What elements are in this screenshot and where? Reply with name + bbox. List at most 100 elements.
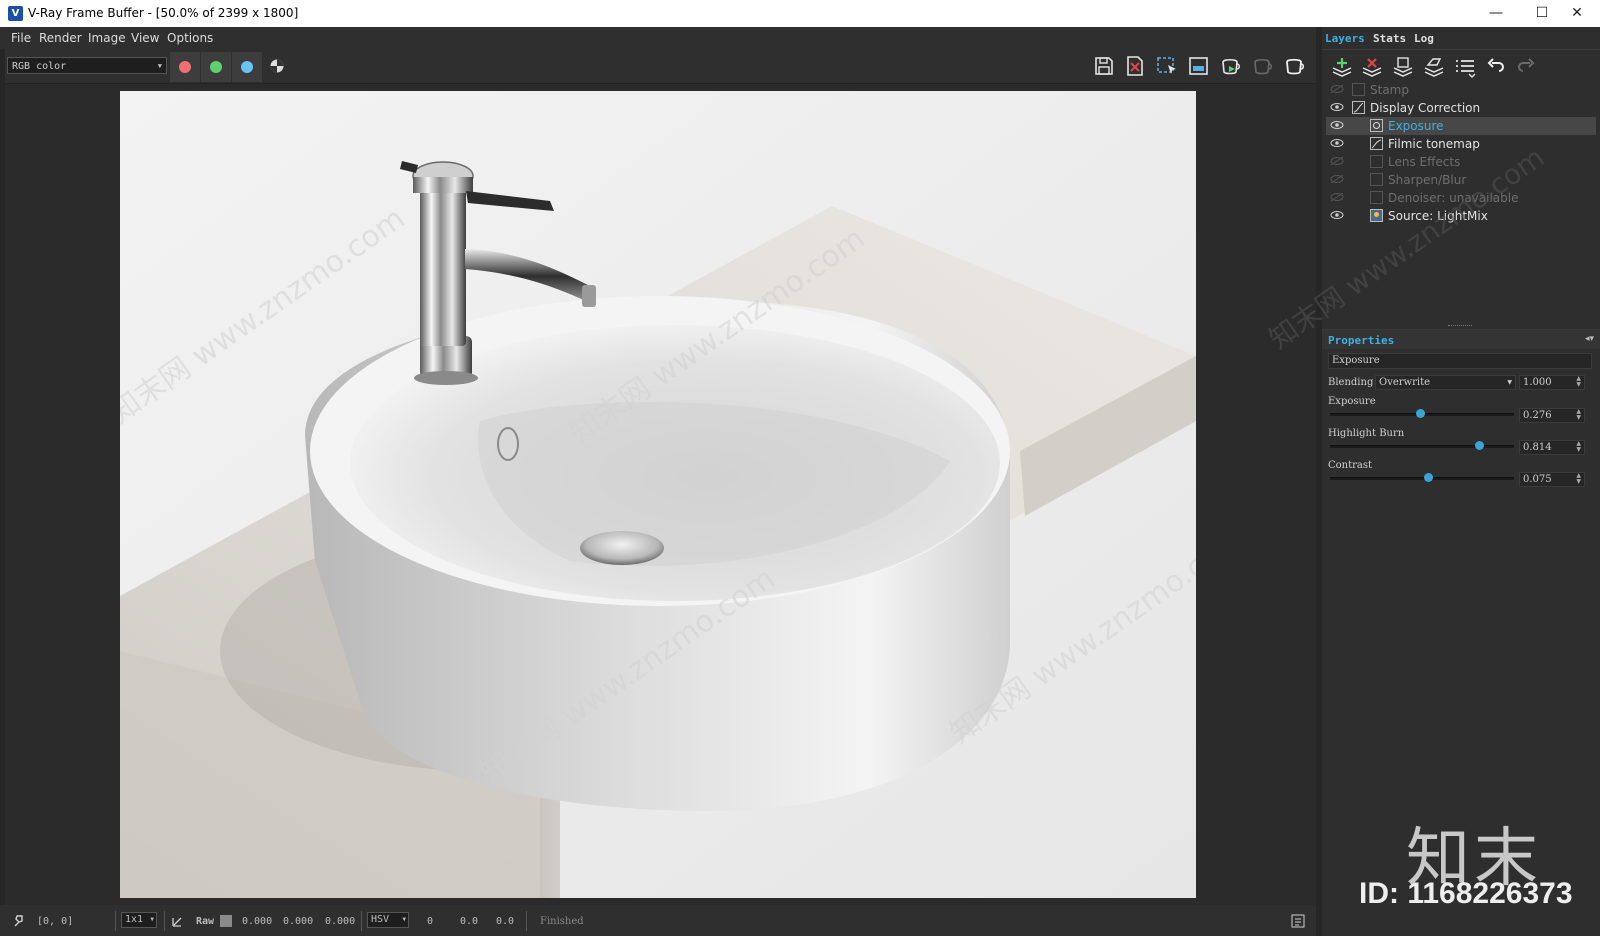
properties-menu-icon[interactable]: ◂▾ bbox=[1585, 334, 1594, 344]
contrast-slider[interactable] bbox=[1330, 477, 1514, 480]
create-layer-button[interactable] bbox=[1330, 56, 1354, 78]
pixel-coordinates: [0, 0] bbox=[37, 916, 74, 927]
channel-select-value: RGB color bbox=[12, 61, 67, 72]
contrast-spinner[interactable]: 0.075 ▲ ▼ bbox=[1519, 472, 1585, 487]
contrast-slider-knob[interactable] bbox=[1423, 473, 1433, 482]
visibility-eye-icon[interactable] bbox=[1330, 174, 1344, 184]
save-image-button[interactable] bbox=[1092, 55, 1116, 77]
zoom-select[interactable]: 1x1 ▼ bbox=[121, 912, 157, 928]
highlight-burn-value: 0.814 bbox=[1523, 442, 1552, 453]
highlight-burn-slider-knob[interactable] bbox=[1475, 441, 1485, 450]
visibility-eye-icon[interactable] bbox=[1330, 138, 1344, 148]
color-mode-select[interactable]: HSV ▼ bbox=[367, 912, 409, 928]
blending-mode-select[interactable]: Overwrite ▼ bbox=[1375, 375, 1516, 390]
stop-render-button[interactable] bbox=[1251, 55, 1275, 77]
chevron-down-icon: ▼ bbox=[402, 916, 406, 923]
tab-stats[interactable]: Stats bbox=[1373, 32, 1406, 45]
region-render-button[interactable] bbox=[1155, 55, 1179, 77]
window-title: V-Ray Frame Buffer - [50.0% of 2399 x 18… bbox=[28, 6, 299, 20]
blue-channel-button[interactable] bbox=[232, 52, 262, 82]
render-status: Finished bbox=[540, 916, 584, 927]
channel-select[interactable]: RGB color ▼ bbox=[7, 57, 167, 74]
delete-layer-button[interactable] bbox=[1360, 56, 1384, 78]
log-toggle-icon[interactable] bbox=[1291, 914, 1305, 928]
chevron-down-icon: ▼ bbox=[157, 62, 162, 70]
render-last-button[interactable] bbox=[1187, 55, 1211, 77]
pixel-g-value: 0.000 bbox=[283, 916, 314, 927]
close-button[interactable]: ✕ bbox=[1554, 0, 1600, 27]
divider bbox=[115, 911, 116, 931]
divider bbox=[361, 911, 362, 931]
menu-image[interactable]: Image bbox=[88, 31, 126, 45]
highlight-burn-slider[interactable] bbox=[1330, 445, 1514, 448]
visibility-eye-icon[interactable] bbox=[1330, 210, 1344, 220]
render-icon bbox=[1286, 58, 1305, 75]
layer-row-display-correction[interactable]: Display Correction bbox=[1326, 99, 1596, 117]
layer-name-field[interactable]: Exposure bbox=[1328, 353, 1592, 369]
exposure-value: 0.276 bbox=[1523, 410, 1552, 421]
tab-log[interactable]: Log bbox=[1414, 32, 1434, 45]
visibility-eye-icon[interactable] bbox=[1330, 120, 1344, 130]
highlight-burn-label: Highlight Burn bbox=[1328, 428, 1405, 439]
create-layer-icon bbox=[1332, 58, 1352, 77]
render-last-icon bbox=[1189, 57, 1208, 75]
redo-button[interactable] bbox=[1514, 56, 1538, 78]
menu-file[interactable]: File bbox=[11, 31, 31, 45]
layer-presets-icon bbox=[1456, 60, 1476, 78]
menu-render[interactable]: Render bbox=[39, 31, 82, 45]
delete-layer-icon bbox=[1362, 58, 1382, 77]
lens-effects-icon bbox=[1370, 155, 1383, 168]
minimize-button[interactable]: — bbox=[1473, 0, 1519, 27]
highlight-burn-spinner[interactable]: 0.814 ▲ ▼ bbox=[1519, 440, 1585, 455]
layer-row-exposure[interactable]: Exposure bbox=[1326, 117, 1596, 135]
blending-mode-value: Overwrite bbox=[1379, 377, 1431, 388]
blue-channel-icon bbox=[241, 61, 253, 73]
menu-view[interactable]: View bbox=[131, 31, 159, 45]
vray-logo-icon: V bbox=[8, 6, 23, 21]
render-button[interactable] bbox=[1283, 55, 1307, 77]
alpha-channel-button[interactable] bbox=[268, 57, 286, 75]
divider bbox=[526, 911, 527, 931]
green-channel-button[interactable] bbox=[201, 52, 231, 82]
layer-name: Lens Effects bbox=[1388, 155, 1461, 169]
red-channel-button[interactable] bbox=[170, 52, 200, 82]
menu-options[interactable]: Options bbox=[167, 31, 213, 45]
undo-button[interactable] bbox=[1484, 56, 1508, 78]
pixel-color-swatch bbox=[220, 915, 232, 927]
load-layers-button[interactable] bbox=[1422, 56, 1446, 78]
spinner-arrows-icon: ▲ ▼ bbox=[1576, 472, 1581, 485]
lightmix-icon bbox=[1370, 209, 1383, 222]
contrast-label: Contrast bbox=[1328, 460, 1373, 471]
status-bar: [0, 0] 1x1 ▼ Raw 0.000 0.000 0.000 HSV ▼ 0… bbox=[0, 905, 1316, 936]
exposure-label: Exposure bbox=[1328, 396, 1376, 407]
layer-presets-button[interactable] bbox=[1453, 56, 1477, 78]
layer-row-lens-effects[interactable]: Lens Effects bbox=[1326, 153, 1596, 171]
alpha-channel-icon bbox=[270, 59, 284, 73]
exposure-slider-knob[interactable] bbox=[1416, 409, 1426, 418]
clear-image-button[interactable] bbox=[1123, 55, 1147, 77]
pixel-r-value: 0.000 bbox=[242, 916, 273, 927]
tab-layers[interactable]: Layers bbox=[1325, 32, 1365, 45]
visibility-eye-icon[interactable] bbox=[1330, 102, 1344, 112]
start-interactive-button[interactable] bbox=[1219, 55, 1243, 77]
chevron-down-icon: ▼ bbox=[1507, 379, 1512, 386]
layer-name-value: Exposure bbox=[1332, 355, 1380, 366]
layer-row-stamp[interactable]: Stamp bbox=[1326, 81, 1596, 99]
layer-name: Sharpen/Blur bbox=[1388, 173, 1467, 187]
pick-color-icon[interactable] bbox=[171, 914, 185, 928]
save-layers-button[interactable] bbox=[1391, 56, 1415, 78]
chevron-down-icon: ▼ bbox=[150, 916, 154, 923]
layer-row-filmic-tonemap[interactable]: Filmic tonemap bbox=[1326, 135, 1596, 153]
title-bar: V V-Ray Frame Buffer - [50.0% of 2399 x … bbox=[0, 0, 1600, 27]
exposure-spinner[interactable]: 0.276 ▲ ▼ bbox=[1519, 408, 1585, 423]
visibility-eye-icon[interactable] bbox=[1330, 192, 1344, 202]
exposure-layer-icon bbox=[1370, 119, 1383, 132]
divider bbox=[164, 911, 165, 931]
blending-amount-spinner[interactable]: 1.000 ▲ ▼ bbox=[1519, 375, 1585, 390]
pin-icon[interactable] bbox=[12, 914, 26, 928]
properties-header: Properties ◂▾ bbox=[1322, 329, 1600, 349]
visibility-eye-icon[interactable] bbox=[1330, 156, 1344, 166]
color-mode-value: HSV bbox=[371, 914, 390, 925]
tonemap-layer-icon bbox=[1370, 137, 1383, 150]
visibility-eye-icon[interactable] bbox=[1330, 84, 1344, 94]
